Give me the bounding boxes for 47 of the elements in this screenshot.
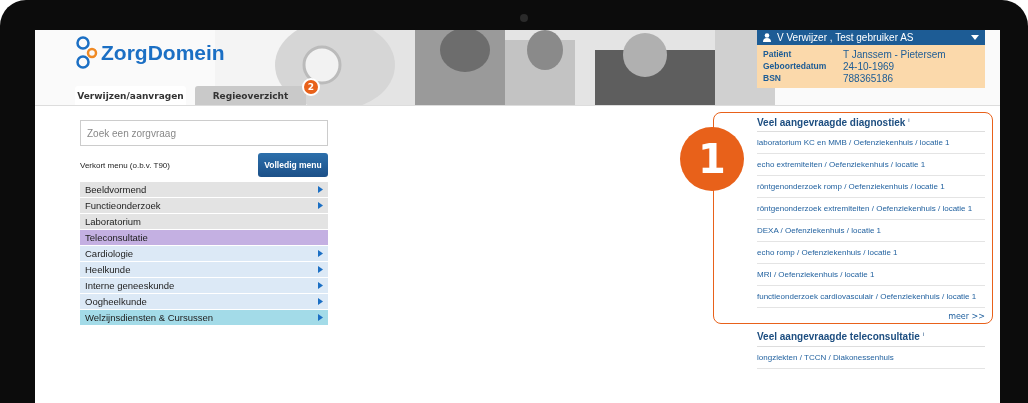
menu-item[interactable]: Beeldvormend [80,182,328,198]
patient-field-value: 24-10-1969 [843,61,896,72]
user-menu-bar[interactable]: V Verwijzer , Test gebruiker AS [757,30,985,45]
expand-arrow-icon [318,314,323,321]
tab[interactable]: Verwijzen/aanvragen [75,86,186,105]
menu-item[interactable]: Heelkunde [80,262,328,278]
logo-rings-icon [75,36,99,70]
patient-field-value: T Janssem - Pietersem [843,49,947,60]
expand-arrow-icon [318,298,323,305]
expand-arrow-icon [318,186,323,193]
menu-item[interactable]: Cardiologie [80,246,328,262]
menu-item[interactable]: Interne geneeskunde [80,278,328,294]
panel-title: Veel aangevraagde teleconsultatie $^{i}$ [757,327,985,347]
referral-link[interactable]: laboratorium KC en MMB / Oefenziekenhuis / locatie 1 [757,132,985,155]
panel-title: Veel aangevraagde diagnostiek $^{i}$ [757,113,985,133]
referral-link[interactable]: röntgenonderzoek romp / Oefenziekenhuis / locatie 1 [757,176,985,199]
number-badge: 1 [680,127,744,191]
menu-item[interactable]: Functieonderzoek [80,198,328,214]
referral-link[interactable]: echo extremiteiten / Oefenziekenhuis / locatie 1 [757,154,985,177]
user-icon [763,33,771,42]
more-link[interactable]: meer >> [757,308,985,322]
expand-arrow-icon [318,250,323,257]
expand-arrow-icon [318,202,323,209]
patient-field-label: Patiënt [763,49,793,60]
camera-icon [520,14,528,22]
menu-item[interactable]: Teleconsultatie [80,230,328,246]
user-name: V Verwijzer , Test gebruiker AS [777,32,915,43]
dropdown-caret-icon [971,35,979,40]
patient-field-label: Geboortedatum [763,61,828,72]
search-field[interactable]: Zoek een zorgvraag [80,120,328,146]
referral-link[interactable]: longziekten / TCCN / Diakonessenhuis [757,346,985,369]
patient-field-label: BSN [763,73,782,84]
menu-item[interactable]: Oogheelkunde [80,294,328,310]
referral-link[interactable]: DEXA / Oefenziekenhuis / locatie 1 [757,220,985,243]
referral-link[interactable]: MRI / Oefenziekenhuis / locatie 1 [757,264,985,287]
referral-link[interactable]: echo romp / Oefenziekenhuis / locatie 1 [757,242,985,265]
referral-link[interactable]: röntgenonderzoek extremiteiten / Oefenziekenhuis / locatie 1 [757,198,985,221]
menu-caption: Verkort menu (o.b.v. T90) [80,160,170,170]
patient-field-value: 788365186 [843,73,895,84]
menu-item[interactable]: Welzijnsdiensten & Cursussen [80,310,328,326]
tab[interactable]: Regieoverzicht [195,86,306,105]
menu-item[interactable]: Laboratorium [80,214,328,230]
expand-arrow-icon [318,282,323,289]
logo-text: ZorgDomein [101,41,225,65]
full-menu-button[interactable]: Volledig menu [258,153,328,177]
referral-link[interactable]: functieonderzoek cardiovasculair / Oefenziekenhuis / locatie 1 [757,286,985,309]
expand-arrow-icon [318,266,323,273]
